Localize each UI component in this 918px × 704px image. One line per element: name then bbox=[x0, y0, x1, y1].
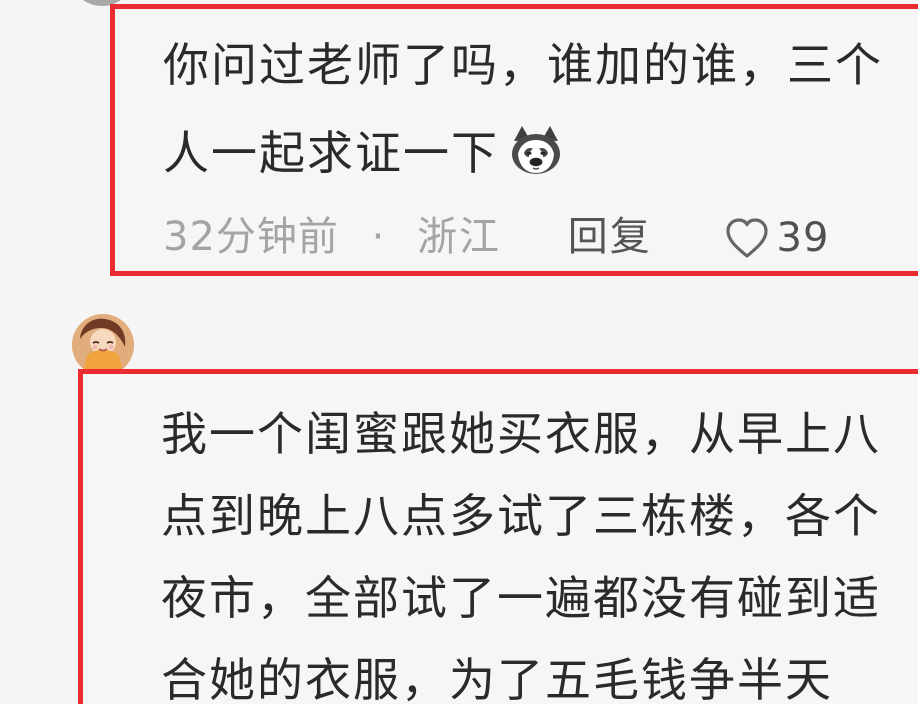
comment-location: 浙江 bbox=[417, 214, 502, 260]
comment-1-line-2-text: 人一起求证一下 bbox=[163, 126, 499, 180]
comment-card-2: 我一个闺蜜跟她买衣服，从早上八 点到晚上八点多试了三栋楼，各个 夜市，全部试了一… bbox=[78, 369, 918, 704]
comment-1-meta: 32分钟前 · 浙江 回复 39 bbox=[163, 209, 918, 261]
husky-emoji-icon bbox=[505, 123, 567, 179]
heart-icon[interactable] bbox=[723, 216, 771, 260]
meta-separator: · bbox=[371, 214, 385, 260]
comment-time: 32分钟前 bbox=[163, 214, 339, 260]
like-button[interactable]: 39 bbox=[723, 210, 830, 264]
reply-button[interactable]: 回复 bbox=[568, 211, 652, 263]
comment-2-line-2: 点到晚上八点多试了三栋楼，各个 bbox=[161, 489, 881, 543]
comment-2-line-4: 合她的衣服，为了五毛钱争半天 bbox=[161, 653, 833, 704]
comment-card-1: 你问过老师了吗，谁加的谁，三个 人一起求证一下 32分钟前 · 浙江 回复 39 bbox=[110, 4, 918, 276]
like-count: 39 bbox=[776, 215, 830, 261]
comment-1-line-2: 人一起求证一下 bbox=[163, 123, 567, 183]
comment-2-line-1: 我一个闺蜜跟她买衣服，从早上八 bbox=[161, 407, 881, 461]
comment-2-line-3: 夜市，全部试了一遍都没有碰到适 bbox=[161, 571, 881, 625]
comment-1-line-1: 你问过老师了吗，谁加的谁，三个 bbox=[163, 38, 883, 92]
comment-feed: 你问过老师了吗，谁加的谁，三个 人一起求证一下 32分钟前 · 浙江 回复 39… bbox=[0, 0, 918, 704]
avatar-girl-icon[interactable] bbox=[72, 314, 134, 376]
